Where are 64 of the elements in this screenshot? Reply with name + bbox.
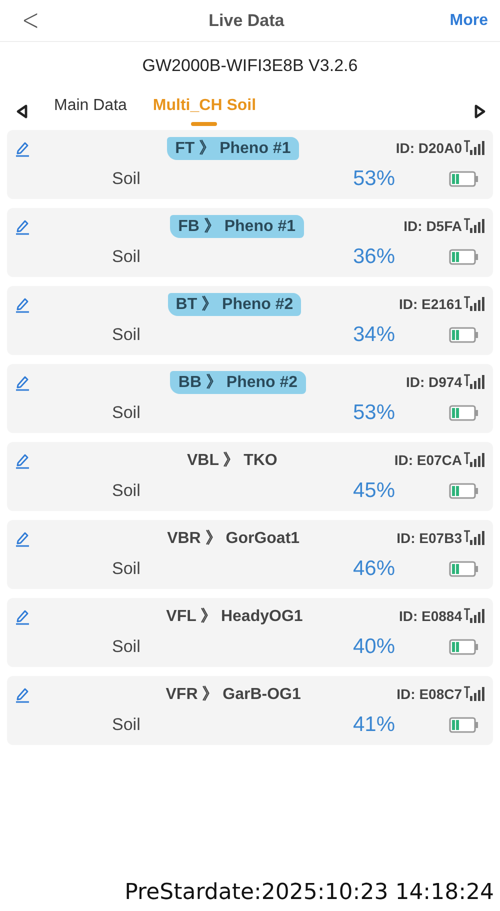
moisture-value: 41%	[352, 713, 395, 737]
edit-icon[interactable]	[15, 374, 30, 390]
edit-icon[interactable]	[15, 608, 30, 624]
sensor-id: ID: E07CA	[394, 452, 462, 468]
sensor-id: ID: E08C7	[396, 686, 462, 702]
sensor-type: Soil	[112, 169, 140, 189]
sensor-id: ID: E0884	[398, 608, 462, 624]
moisture-value: 53%	[352, 401, 395, 425]
battery-icon	[449, 483, 479, 499]
battery-icon	[449, 327, 479, 343]
battery-icon	[449, 717, 479, 733]
battery-icon	[449, 249, 479, 265]
sensor-type: Soil	[112, 247, 140, 267]
signal-icon	[463, 686, 485, 702]
edit-icon[interactable]	[15, 530, 30, 546]
signal-icon	[463, 452, 485, 468]
moisture-value: 36%	[352, 245, 395, 269]
sensor-type: Soil	[112, 715, 140, 735]
moisture-value: 53%	[352, 167, 395, 191]
battery-icon	[449, 561, 479, 577]
moisture-value: 40%	[352, 635, 395, 659]
channel-name: VFL 》 HeadyOG1	[165, 606, 304, 626]
edit-icon[interactable]	[15, 686, 30, 702]
moisture-value: 34%	[352, 323, 395, 347]
timestamp: PreStardate:2025:10:23 14:18:24	[124, 880, 494, 905]
sensor-id: ID: D974	[406, 374, 462, 390]
right-arrow-icon[interactable]	[474, 104, 486, 118]
channel-name: VBL 》 TKO	[186, 450, 278, 470]
edit-icon[interactable]	[15, 218, 30, 234]
sensor-id: ID: D20A0	[396, 140, 462, 156]
sensor-type: Soil	[112, 403, 140, 423]
battery-icon	[449, 171, 479, 187]
channel-name: BB 》 Pheno #2	[170, 370, 306, 394]
sensor-id: ID: E2161	[398, 296, 462, 312]
battery-icon	[449, 405, 479, 421]
channel-name: FB 》 Pheno #1	[170, 214, 304, 238]
channel-name: VBR 》 GorGoat1	[166, 528, 301, 548]
sensor-type: Soil	[112, 637, 140, 657]
sensor-type: Soil	[112, 325, 140, 345]
moisture-value: 45%	[352, 479, 395, 503]
left-arrow-icon[interactable]	[16, 104, 28, 118]
page-title: Live Data	[208, 10, 284, 30]
moisture-value: 46%	[352, 557, 395, 581]
signal-icon	[463, 140, 485, 156]
sensor-type: Soil	[112, 481, 140, 501]
signal-icon	[463, 608, 485, 624]
tab[interactable]: Main Data	[54, 97, 127, 125]
edit-icon[interactable]	[15, 140, 30, 156]
edit-icon[interactable]	[15, 452, 30, 468]
signal-icon	[462, 374, 485, 390]
channel-name: VFR 》 GarB-OG1	[164, 684, 302, 704]
channel-name: BT 》 Pheno #2	[168, 292, 302, 316]
signal-icon	[462, 218, 485, 234]
more-button[interactable]: More	[450, 12, 488, 30]
channel-name: FT 》 Pheno #1	[167, 136, 299, 160]
sensor-type: Soil	[112, 559, 140, 579]
edit-icon[interactable]	[15, 296, 30, 312]
battery-icon	[449, 639, 479, 655]
back-button[interactable]: <	[22, 6, 40, 36]
sensor-id: ID: E07B3	[396, 530, 462, 546]
sensor-id: ID: D5FA	[404, 218, 462, 234]
device-name: GW2000B-WIFI3E8B V3.2.6	[141, 56, 359, 76]
signal-icon	[462, 530, 485, 546]
signal-icon	[463, 296, 485, 312]
